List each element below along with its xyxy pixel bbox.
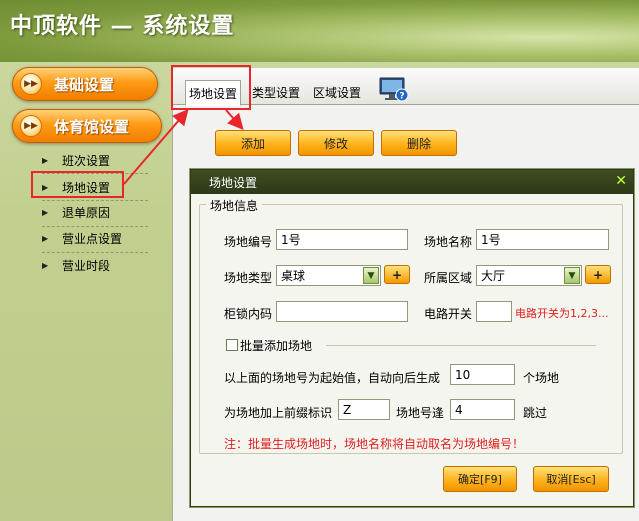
dialog-header: 场地设置 ✕ bbox=[191, 170, 633, 194]
batch-start-text: 以上面的场地号为起始值，自动向后生成 bbox=[224, 371, 441, 385]
venue-no-value: 1号 bbox=[281, 233, 301, 247]
prefix-value: Z bbox=[343, 402, 352, 417]
venue-type-value: 桌球 bbox=[281, 269, 306, 283]
venue-name-label: 场地名称 bbox=[424, 235, 473, 249]
area-select[interactable]: 大厅 ▼ bbox=[476, 265, 582, 286]
area-value: 大厅 bbox=[481, 269, 506, 283]
chevron-down-icon[interactable]: ▼ bbox=[564, 267, 580, 284]
batch-count-value: 10 bbox=[455, 367, 471, 382]
add-venue-type-button[interactable]: + bbox=[384, 265, 410, 284]
batch-count-unit: 个场地 bbox=[523, 371, 560, 385]
arrow-line bbox=[225, 109, 244, 130]
venue-settings-dialog: 场地设置 ✕ 场地信息 场地编号 1号 场地名称 1号 场地类型 桌球 ▼ + … bbox=[190, 169, 634, 507]
venue-type-select[interactable]: 桌球 ▼ bbox=[276, 265, 381, 286]
locker-code-label: 柜锁内码 bbox=[224, 307, 273, 321]
skip-input[interactable]: 4 bbox=[450, 399, 515, 420]
venue-name-input[interactable]: 1号 bbox=[476, 229, 609, 250]
venue-name-value: 1号 bbox=[481, 233, 501, 247]
locker-code-input[interactable] bbox=[276, 301, 408, 322]
close-icon[interactable]: ✕ bbox=[615, 173, 627, 189]
skip-value: 4 bbox=[455, 402, 463, 417]
batch-add-checkbox[interactable] bbox=[226, 339, 238, 351]
cancel-button[interactable]: 取消[Esc] bbox=[533, 466, 609, 492]
arrow-line bbox=[123, 108, 189, 185]
button-label: 确定[F9] bbox=[458, 473, 502, 486]
confirm-button[interactable]: 确定[F9] bbox=[443, 466, 517, 492]
venue-type-label: 场地类型 bbox=[224, 271, 273, 285]
button-label: 取消[Esc] bbox=[546, 473, 596, 486]
skip-label: 场地号逢 bbox=[396, 406, 445, 420]
divider bbox=[326, 345, 596, 346]
skip-suffix: 跳过 bbox=[523, 406, 548, 420]
batch-note: 注：批量生成场地时，场地名称将自动取名为场地编号！ bbox=[224, 437, 525, 451]
venue-no-input[interactable]: 1号 bbox=[276, 229, 408, 250]
area-label: 所属区域 bbox=[424, 271, 473, 285]
add-area-button[interactable]: + bbox=[585, 265, 611, 284]
chevron-down-icon[interactable]: ▼ bbox=[363, 267, 379, 284]
circuit-switch-hint: 电路开关为1,2,3... bbox=[515, 307, 609, 320]
batch-count-input[interactable]: 10 bbox=[450, 364, 515, 385]
prefix-input[interactable]: Z bbox=[338, 399, 390, 420]
circuit-switch-label: 电路开关 bbox=[424, 307, 473, 321]
venue-no-label: 场地编号 bbox=[224, 235, 273, 249]
batch-add-label: 批量添加场地 bbox=[240, 339, 313, 353]
dialog-title: 场地设置 bbox=[209, 175, 258, 190]
venue-info-group: 场地信息 场地编号 1号 场地名称 1号 场地类型 桌球 ▼ + 所属区域 大厅… bbox=[199, 197, 623, 454]
circuit-switch-input[interactable] bbox=[476, 301, 512, 322]
group-title: 场地信息 bbox=[206, 197, 263, 214]
prefix-label: 为场地加上前缀标识 bbox=[224, 406, 333, 420]
